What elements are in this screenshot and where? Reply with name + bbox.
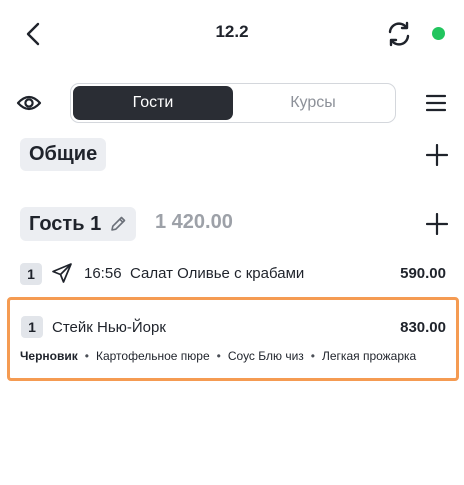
item-price: 590.00 (400, 265, 446, 282)
eye-icon (16, 95, 42, 111)
item-name: Салат Оливье с крабами (130, 265, 305, 282)
item-modifiers: Черновик • Картофельное пюре • Соус Блю … (20, 349, 416, 363)
guest-header[interactable]: Гость 1 (20, 207, 137, 241)
tab-courses[interactable]: Курсы (233, 86, 393, 120)
top-bar: 12.2 (0, 0, 464, 68)
add-general-item-button[interactable] (424, 142, 450, 168)
general-section-label: Общие (20, 138, 107, 171)
order-item-selected[interactable]: 1 Стейк Нью-Йорк 830.00 Черновик • Карто… (7, 297, 459, 381)
tab-guests[interactable]: Гости (73, 86, 233, 120)
separator-dot: • (310, 349, 315, 363)
item-status: Черновик (20, 349, 78, 363)
view-segmented-control: Гости Курсы (70, 83, 396, 123)
modifier: Картофельное пюре (95, 349, 210, 363)
modifier: Легкая прожарка (322, 349, 417, 363)
modifier: Соус Блю чиз (227, 349, 304, 363)
visibility-button[interactable] (15, 90, 43, 116)
separator-dot: • (84, 349, 89, 363)
item-name: Стейк Нью-Йорк (52, 319, 166, 336)
guest-label: Гость 1 (29, 212, 102, 235)
guest-total: 1 420.00 (155, 211, 233, 233)
item-quantity: 1 (21, 316, 43, 338)
plus-icon (426, 144, 448, 166)
sync-button[interactable] (384, 19, 414, 49)
toolbar: Гости Курсы (0, 82, 464, 124)
sync-icon (388, 21, 410, 47)
item-time: 16:56 (84, 265, 122, 282)
add-guest-item-button[interactable] (424, 211, 450, 237)
connection-status-dot (432, 27, 445, 40)
order-item[interactable]: 1 16:56 Салат Оливье с крабами 590.00 (0, 258, 464, 290)
item-quantity: 1 (20, 263, 42, 285)
send-icon (52, 263, 72, 283)
plus-icon (426, 213, 448, 235)
separator-dot: • (216, 349, 221, 363)
item-price: 830.00 (400, 319, 446, 336)
pencil-icon (111, 216, 126, 231)
menu-button[interactable] (424, 92, 448, 114)
hamburger-menu-icon (426, 94, 446, 112)
